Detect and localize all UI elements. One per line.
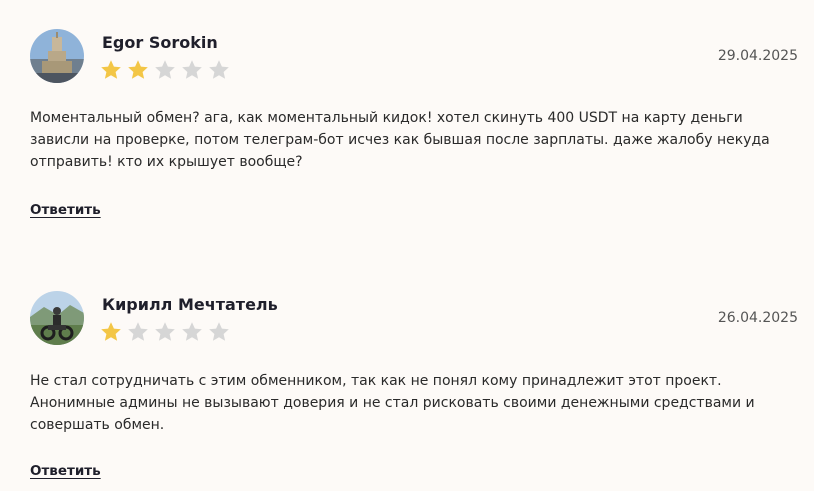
avatar-photo-motorcycle [30, 291, 84, 345]
star-filled-icon [128, 60, 148, 79]
star-empty-icon [209, 322, 229, 341]
reply-link[interactable]: Ответить [30, 463, 101, 479]
rating-stars [99, 58, 231, 82]
star-empty-icon [182, 322, 202, 341]
review-author: Кирилл Мечтатель [102, 295, 278, 314]
star-empty-icon [209, 60, 229, 79]
star-empty-icon [128, 322, 148, 341]
star-empty-icon [155, 322, 175, 341]
reviews-list: Egor Sorokin 29.04.2025 Моментальный обм… [0, 0, 814, 491]
review-text: Не стал сотрудничать с этим обменником, … [30, 373, 755, 433]
review-date: 26.04.2025 [717, 310, 798, 326]
reply-link[interactable]: Ответить [30, 202, 101, 218]
star-empty-icon [182, 60, 202, 79]
review-author: Egor Sorokin [102, 33, 218, 52]
avatar [30, 29, 84, 83]
review-date: 29.04.2025 [717, 48, 798, 64]
rating-stars [99, 320, 231, 344]
star-empty-icon [155, 60, 175, 79]
avatar-photo-tower [30, 29, 84, 83]
review-text: Моментальный обмен? ага, как моментальны… [30, 110, 770, 170]
star-filled-icon [101, 60, 121, 79]
star-filled-icon [101, 322, 121, 341]
avatar [30, 291, 84, 345]
